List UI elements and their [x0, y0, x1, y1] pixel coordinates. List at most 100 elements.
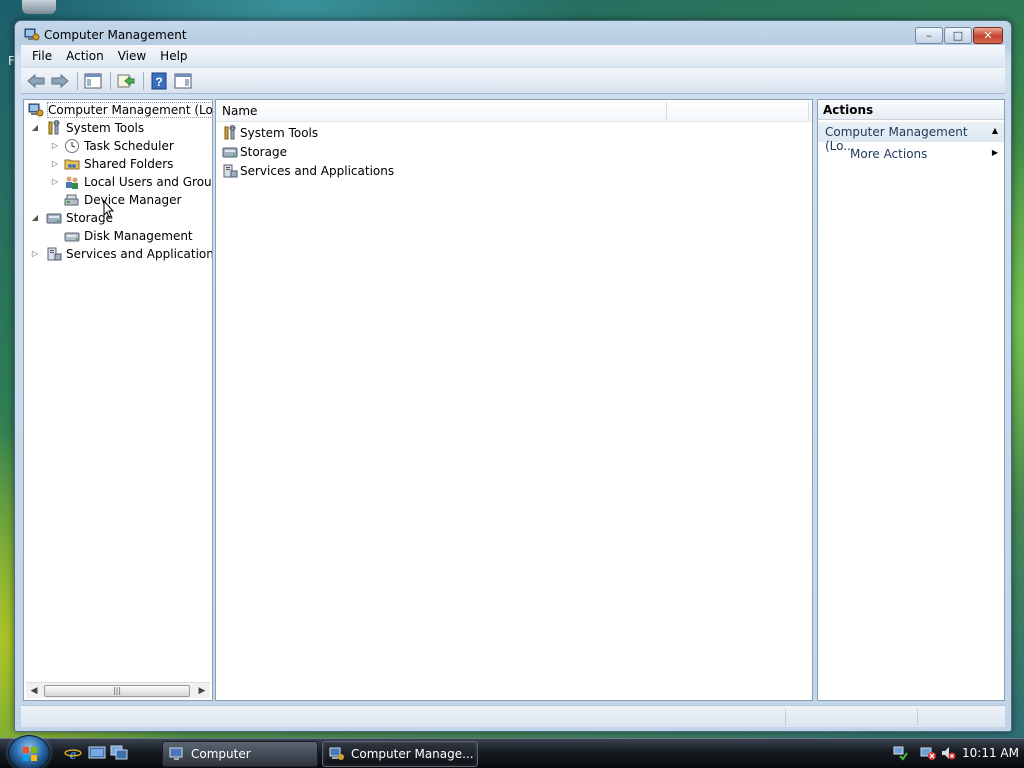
tools-icon [222, 125, 238, 141]
maximize-icon: □ [952, 29, 964, 42]
console-tree[interactable]: Computer Management (Local ◢ System Tool… [23, 99, 213, 701]
column-header-row: Name [216, 100, 812, 122]
menu-view[interactable]: View [111, 49, 153, 63]
recycle-bin-icon[interactable] [22, 0, 56, 14]
expand-arrow-icon[interactable]: ▷ [50, 141, 60, 150]
column-divider[interactable] [808, 102, 809, 120]
close-icon: ✕ [983, 29, 993, 42]
more-actions-link[interactable]: More Actions [850, 147, 927, 161]
notification-area: 10:11 AM [884, 741, 1024, 767]
mouse-cursor-icon [103, 200, 115, 218]
toolbar-separator [110, 71, 111, 90]
internet-explorer-icon[interactable]: e [64, 745, 82, 761]
submenu-arrow-icon: ▶ [991, 148, 998, 157]
network-icon[interactable] [892, 745, 908, 761]
tree-item-label: Local Users and Groups [84, 175, 213, 189]
expand-arrow-icon[interactable]: ▷ [50, 159, 60, 168]
storage-icon [222, 144, 238, 160]
export-list-button[interactable] [115, 71, 137, 91]
svg-text:e: e [70, 747, 77, 761]
back-button[interactable] [25, 71, 47, 91]
status-bar [21, 705, 1005, 727]
show-desktop-icon[interactable] [88, 745, 106, 761]
list-item-label: Storage [240, 145, 287, 159]
taskbar-button-label: Computer [191, 747, 251, 761]
minimize-button[interactable]: – [915, 27, 943, 44]
tree-item-label: Disk Management [84, 229, 193, 243]
column-divider[interactable] [666, 102, 667, 120]
actions-section-computer-management[interactable]: Computer Management (Lo... [818, 122, 1004, 153]
horizontal-scrollbar[interactable]: ◀ ||| ▶ [26, 682, 210, 698]
switch-windows-icon[interactable] [110, 745, 128, 761]
disk-icon [64, 228, 80, 244]
scroll-right-icon[interactable]: ▶ [196, 685, 208, 697]
tree-item-task-scheduler[interactable]: Task Scheduler [64, 137, 174, 155]
tree-item-label: Device Manager [84, 193, 182, 207]
clock[interactable]: 10:11 AM [962, 746, 1019, 760]
grip-icon: ||| [112, 686, 122, 695]
show-hide-console-tree-icon [84, 73, 102, 88]
taskbar-button-computer-management[interactable]: Computer Manage... [322, 741, 478, 767]
maximize-button[interactable]: □ [944, 27, 972, 44]
security-alert-icon[interactable] [920, 745, 936, 761]
taskbar [0, 738, 1024, 768]
window-title: Computer Management [44, 28, 187, 42]
actions-header: Actions [818, 100, 1004, 120]
users-icon [64, 174, 80, 190]
tree-root[interactable]: Computer Management (Local [28, 101, 212, 119]
tools-icon [46, 120, 62, 136]
clock-icon [64, 138, 80, 154]
actions-pane: Actions Computer Management (Lo... ▲ Mor… [817, 99, 1005, 701]
scrollbar-thumb[interactable]: ||| [44, 685, 190, 697]
show-hide-action-pane-button[interactable] [172, 71, 194, 91]
start-button[interactable] [8, 735, 50, 768]
services-icon [46, 246, 62, 262]
show-hide-console-tree-button[interactable] [82, 71, 104, 91]
tree-item-system-tools[interactable]: System Tools [46, 119, 144, 137]
tree-item-disk-management[interactable]: Disk Management [64, 227, 193, 245]
column-header-name[interactable]: Name [222, 104, 257, 118]
taskbar-button-computer[interactable]: Computer [162, 741, 318, 767]
help-button[interactable]: ? [148, 71, 170, 91]
tree-item-shared-folders[interactable]: Shared Folders [64, 155, 173, 173]
volume-muted-icon[interactable] [940, 745, 956, 761]
scroll-left-icon[interactable]: ◀ [28, 685, 40, 697]
collapse-arrow-icon[interactable]: ◢ [30, 123, 40, 132]
list-item-label: System Tools [240, 126, 319, 140]
help-icon: ? [151, 72, 167, 89]
tree-item-label: Shared Folders [84, 157, 174, 171]
computer-icon [169, 746, 185, 762]
results-pane[interactable]: Name System Tools Storage Services and A… [215, 99, 813, 701]
menu-action[interactable]: Action [59, 49, 111, 63]
expand-arrow-icon[interactable]: ▷ [50, 177, 60, 186]
tree-item-device-manager[interactable]: Device Manager [64, 191, 181, 209]
forward-button[interactable] [49, 71, 71, 91]
device-manager-icon [64, 192, 80, 208]
list-item-storage[interactable]: Storage [222, 143, 287, 161]
tree-root-label: Computer Management (Local [46, 102, 212, 118]
tree-item-services-and-applications[interactable]: Services and Applications [46, 245, 213, 263]
windows-logo-icon [23, 747, 37, 761]
list-item-system-tools[interactable]: System Tools [222, 124, 318, 142]
close-button[interactable]: ✕ [973, 27, 1003, 44]
expand-arrow-icon[interactable]: ▷ [30, 249, 40, 258]
menu-file[interactable]: File [25, 49, 59, 63]
menu-help[interactable]: Help [153, 49, 194, 63]
services-icon [222, 163, 238, 179]
toolbar: ? [21, 68, 1005, 94]
collapse-section-icon[interactable]: ▲ [992, 126, 998, 135]
computer-management-icon [24, 28, 40, 41]
list-item-label: Services and Applications [240, 164, 395, 178]
menu-bar: File Action View Help [21, 45, 1005, 67]
status-divider [917, 709, 918, 725]
computer-management-icon [28, 102, 44, 118]
computer-management-window: Computer Management – □ ✕ File Action Vi… [14, 20, 1012, 732]
collapse-arrow-icon[interactable]: ◢ [30, 213, 40, 222]
storage-icon [46, 210, 62, 226]
tree-item-local-users-and-groups[interactable]: Local Users and Groups [64, 173, 213, 191]
list-item-services-and-applications[interactable]: Services and Applications [222, 162, 394, 180]
shared-folder-icon [64, 156, 80, 172]
tree-item-label: Services and Applications [66, 247, 213, 261]
svg-text:?: ? [155, 75, 162, 89]
back-arrow-icon [27, 73, 45, 88]
